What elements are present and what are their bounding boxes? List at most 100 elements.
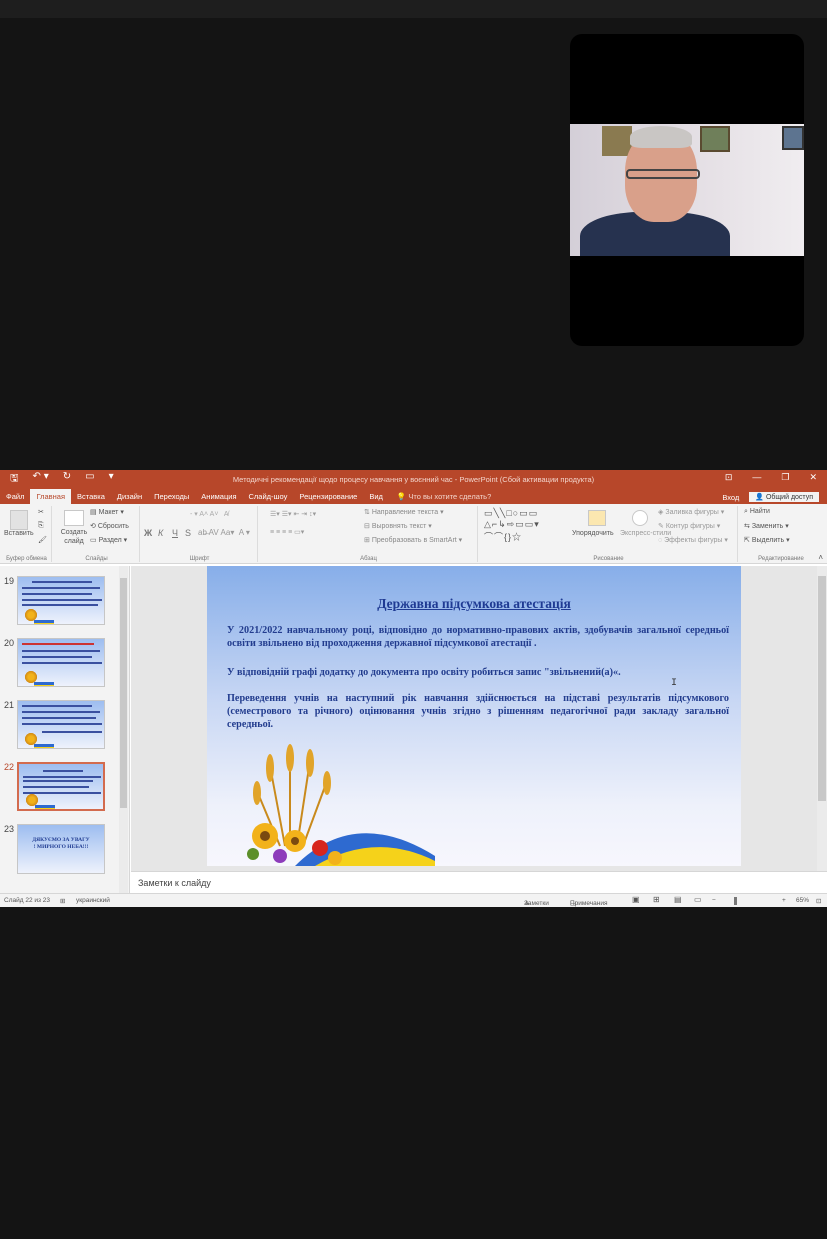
find-button[interactable]: ⌕ Найти xyxy=(744,508,770,516)
tab-home[interactable]: Главная xyxy=(30,489,71,504)
document-title: Методичні рекомендації щодо процесу навч… xyxy=(232,475,595,484)
signin-link[interactable]: Вход xyxy=(722,493,739,502)
cut-icon[interactable]: ✂ xyxy=(38,508,44,516)
person-icon: 👤 xyxy=(755,494,765,501)
collapse-ribbon-icon[interactable]: ˄ xyxy=(818,553,823,562)
new-slide-button[interactable]: Создать слайд xyxy=(58,528,90,546)
text-cursor-icon: I xyxy=(671,678,678,689)
wall-picture xyxy=(700,126,730,152)
text-direction-button[interactable]: ⇅ Направление текста ▾ xyxy=(364,508,444,516)
slide-thumbnail-23[interactable]: ДЯКУЄМО ЗА УВАГУ ! МИРНОГО НЕБА!!! xyxy=(17,824,105,874)
group-clipboard: Вставить ✂ ⎘ 🖌 Буфер обмена xyxy=(2,506,52,562)
slide-thumbnail-20[interactable] xyxy=(17,638,105,687)
powerpoint-window: 🖫 ↶ ▾ ↻ ▭ ▾ Методичні рекомендації щодо … xyxy=(0,470,827,908)
participant-hair xyxy=(630,126,692,148)
tell-me-search[interactable]: 💡 Что вы хотите сделать? xyxy=(389,492,497,504)
copy-icon[interactable]: ⎘ xyxy=(38,522,44,530)
slide-counter: Слайд 22 из 23 xyxy=(4,897,51,904)
slide-paragraph-2[interactable]: У відповідній графі додатку до документа… xyxy=(227,666,729,679)
font-size-controls[interactable]: - ▾ A˄ A˅ A̸ xyxy=(190,510,229,518)
paste-icon[interactable] xyxy=(10,510,28,530)
thumbnail-number: 19 xyxy=(4,576,15,586)
select-button[interactable]: ⇱ Выделить ▾ xyxy=(744,536,790,544)
slide-paragraph-3[interactable]: Переведення учнів на наступний рік навча… xyxy=(227,692,729,731)
wall-picture xyxy=(782,126,804,150)
slideshow-view-icon[interactable]: ▭ xyxy=(694,895,702,904)
slide-sorter-icon[interactable]: ⊞ xyxy=(653,895,660,904)
share-button[interactable]: 👤 Общий доступ xyxy=(749,492,819,502)
list-controls[interactable]: ☰▾ ☰▾ ⇤ ⇥ ↕▾ xyxy=(270,510,316,518)
minimize-icon[interactable]: — xyxy=(752,472,761,483)
ribbon-display-icon[interactable]: ⊡ xyxy=(725,472,733,483)
reading-view-icon[interactable]: ▤ xyxy=(674,895,682,904)
group-label: Буфер обмена xyxy=(6,556,47,562)
spellcheck-icon[interactable]: ⊞ xyxy=(60,897,65,905)
align-controls[interactable]: ≡ ≡ ≡ ≡ ▭▾ xyxy=(270,528,304,536)
italic-button[interactable]: К xyxy=(158,528,163,538)
fit-slide-icon[interactable]: ⊡ xyxy=(816,897,821,905)
slide-thumbnail-21[interactable] xyxy=(17,700,105,749)
ribbon: Вставить ✂ ⎘ 🖌 Буфер обмена Создать слай… xyxy=(0,504,827,564)
shape-fill-button[interactable]: ◈ Заливка фигуры ▾ xyxy=(658,508,724,516)
normal-view-icon[interactable]: ▣ xyxy=(632,895,640,904)
shapes-gallery[interactable]: ▭╲╲□○▭▭ △⌐↳⇨▭▭▾ ⌒⌒{}☆ xyxy=(484,508,540,543)
zoom-in-icon[interactable]: + xyxy=(782,897,786,904)
smartart-button[interactable]: ⊞ Преобразовать в SmartArt ▾ xyxy=(364,536,462,544)
slide-title[interactable]: Державна підсумкова атестація xyxy=(207,596,741,612)
participant-glasses xyxy=(626,169,700,179)
restore-icon[interactable]: ❐ xyxy=(781,472,789,483)
editor-scrollbar[interactable] xyxy=(817,566,827,871)
group-label: Абзац xyxy=(360,556,377,562)
group-label: Рисование xyxy=(593,556,624,562)
zoom-out-icon[interactable]: − xyxy=(712,897,716,904)
align-text-icon: ⊟ xyxy=(364,523,370,530)
arrange-icon[interactable] xyxy=(588,510,606,526)
reset-button[interactable]: ⟲ Сбросить xyxy=(90,522,129,530)
video-call-tile xyxy=(570,34,804,346)
tab-insert[interactable]: Вставка xyxy=(71,492,111,504)
underline-button[interactable]: Ч xyxy=(172,528,178,538)
tab-slideshow[interactable]: Слайд-шоу xyxy=(243,492,294,504)
thumbnails-scrollbar[interactable] xyxy=(119,566,128,893)
slide-thumbnails-pane[interactable]: 19 20 21 22 23 ДЯКУЄМО ЗА УВАГУ ! МИРНОГ… xyxy=(0,566,130,893)
zoom-level[interactable]: 65% xyxy=(796,897,809,904)
language-indicator[interactable]: украинский xyxy=(76,897,110,904)
tab-design[interactable]: Дизайн xyxy=(111,492,148,504)
align-text-button[interactable]: ⊟ Выровнять текст ▾ xyxy=(364,522,432,530)
slide-paragraph-1[interactable]: У 2021/2022 навчальному році, відповідно… xyxy=(227,624,729,650)
new-slide-icon[interactable] xyxy=(64,510,84,526)
text-direction-icon: ⇅ xyxy=(364,509,370,516)
replace-button[interactable]: ⇆ Заменить ▾ xyxy=(744,522,789,530)
smartart-icon: ⊞ xyxy=(364,537,370,544)
paste-button[interactable]: Вставить xyxy=(4,530,34,537)
section-icon: ▭ xyxy=(90,537,97,544)
slide-thumbnail-22[interactable] xyxy=(17,762,105,811)
shape-outline-button[interactable]: ✎ Контур фигуры ▾ xyxy=(658,522,720,530)
thumbnail-number: 20 xyxy=(4,638,15,648)
group-editing: ⌕ Найти ⇆ Заменить ▾ ⇱ Выделить ▾ Редакт… xyxy=(740,506,822,562)
shadow-button[interactable]: S xyxy=(185,528,191,538)
tab-view[interactable]: Вид xyxy=(363,492,389,504)
notes-pane[interactable]: Заметки к слайду xyxy=(131,871,827,893)
layout-button[interactable]: ▤ Макет ▾ xyxy=(90,508,124,516)
section-button[interactable]: ▭ Раздел ▾ xyxy=(90,536,127,544)
tab-animation[interactable]: Анимация xyxy=(195,492,242,504)
layout-icon: ▤ xyxy=(90,509,97,516)
tab-review[interactable]: Рецензирование xyxy=(293,492,363,504)
slide-thumbnail-19[interactable] xyxy=(17,576,105,625)
effects-icon: ◌ xyxy=(658,537,663,544)
thumbnail-number: 23 xyxy=(4,824,15,834)
tab-transitions[interactable]: Переходы xyxy=(148,492,195,504)
quick-styles-icon[interactable] xyxy=(632,510,648,526)
close-icon[interactable]: ✕ xyxy=(809,472,817,483)
format-painter-icon[interactable]: 🖌 xyxy=(38,536,47,544)
shape-effects-button[interactable]: ◌ Эффекты фигуры ▾ xyxy=(658,536,728,544)
bold-button[interactable]: Ж xyxy=(144,528,152,538)
arrange-button[interactable]: Упорядочить xyxy=(572,530,614,537)
current-slide[interactable]: Державна підсумкова атестація У 2021/202… xyxy=(207,566,741,866)
zoom-slider-thumb[interactable] xyxy=(734,897,737,905)
group-drawing: ▭╲╲□○▭▭ △⌐↳⇨▭▭▾ ⌒⌒{}☆ Упорядочить Экспресс… xyxy=(480,506,738,562)
tab-file[interactable]: Файл xyxy=(0,492,30,504)
font-more-controls[interactable]: ab̶ AV Aa▾ A ▾ xyxy=(198,528,250,537)
cursor-icon: ⇱ xyxy=(744,537,750,544)
